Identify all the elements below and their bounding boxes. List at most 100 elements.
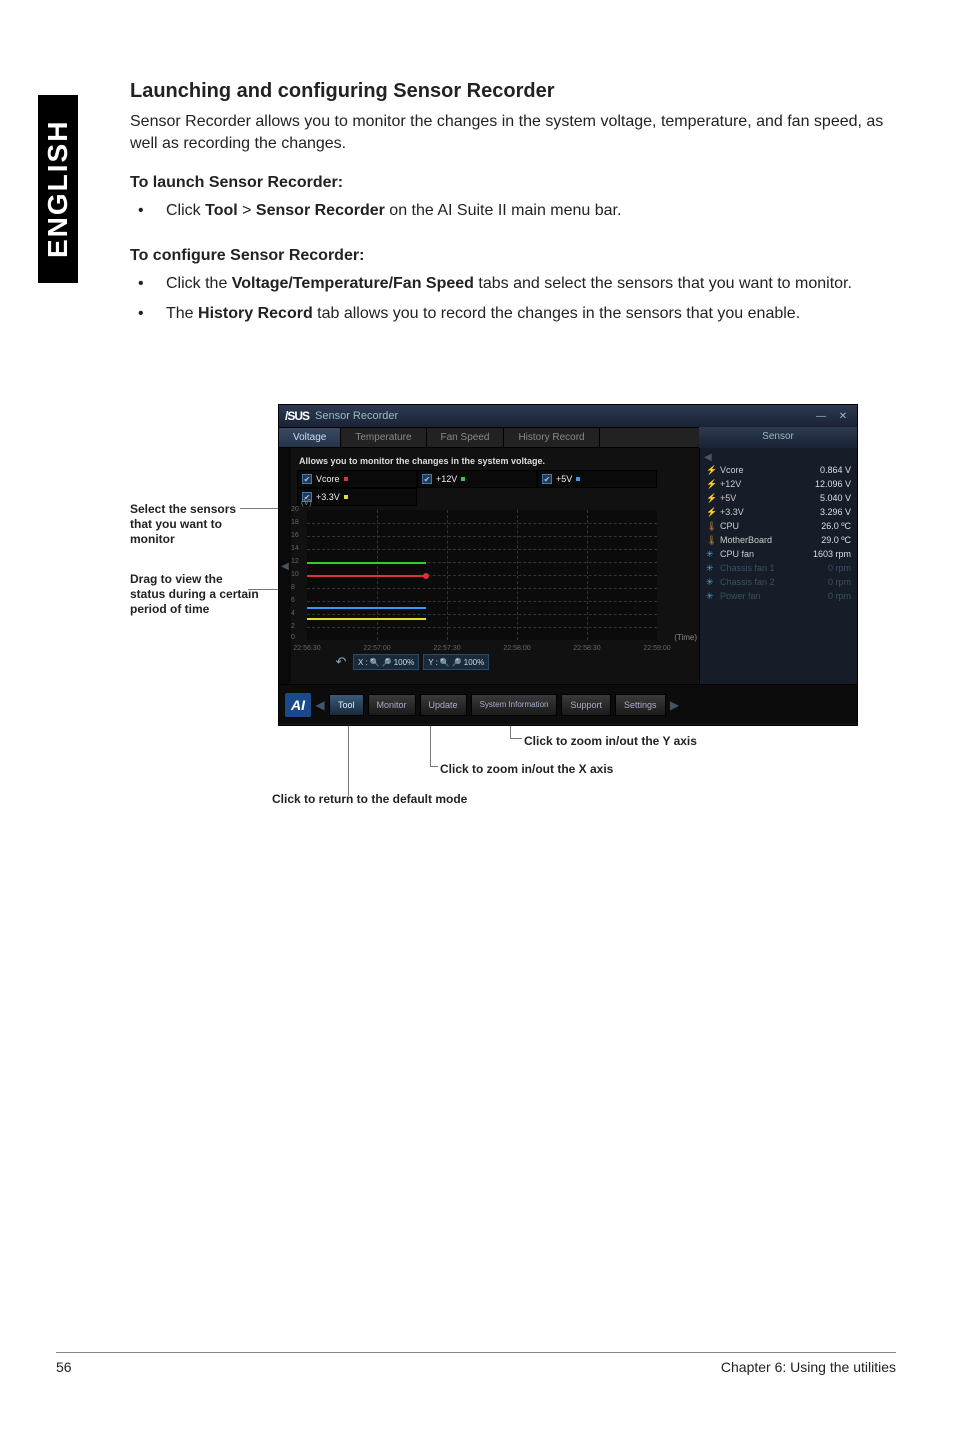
xtick: 22:58:00	[503, 645, 530, 652]
tab-history-record[interactable]: History Record	[504, 428, 599, 447]
anno-yzoom: Click to zoom in/out the Y axis	[524, 734, 697, 748]
ytick: 0	[291, 634, 295, 641]
bottom-update-button[interactable]: Update	[420, 694, 467, 716]
language-tab: ENGLISH	[38, 95, 78, 283]
sensor-checkboxes: ✔Vcore ✔+12V ✔+5V ✔+3.3V	[297, 470, 693, 506]
ai-suite-logo-icon: AI	[285, 693, 311, 717]
sensor-value: 5.040 V	[820, 493, 851, 503]
text: The	[166, 305, 198, 322]
ytick: 10	[291, 571, 299, 578]
bottom-support-button[interactable]: Support	[561, 694, 611, 716]
zoom-in-x-icon[interactable]: 🔍	[370, 658, 380, 667]
ytick: 20	[291, 506, 299, 513]
sensor-panel: ◀ ⚡Vcore0.864 V⚡+12V12.096 V⚡+5V5.040 V⚡…	[699, 448, 857, 684]
content-block: Launching and configuring Sensor Recorde…	[130, 80, 900, 333]
zoom-row: ↶ X : 🔍 🔎 100% Y : 🔍 🔎 100%	[297, 654, 693, 670]
sensor-name: +3.3V	[720, 507, 744, 517]
anno-reset: Click to return to the default mode	[272, 792, 467, 806]
text: tab allows you to record the changes in …	[313, 305, 800, 322]
bottom-tool-button[interactable]: Tool	[329, 694, 364, 716]
nav-left-arrow[interactable]: ◀	[315, 698, 325, 712]
description-bar: Allows you to monitor the changes in the…	[297, 452, 693, 470]
check-5v[interactable]: ✔+5V	[537, 470, 657, 488]
sensor-row: 🌡 CPU 26.0 ºC	[704, 519, 853, 533]
fan-icon: ✳	[706, 591, 716, 601]
sensor-row: ⚡Vcore0.864 V	[704, 463, 853, 477]
gridline	[307, 523, 657, 524]
zoom-pct: 100%	[464, 658, 484, 667]
nav-right-arrow[interactable]: ▶	[670, 698, 680, 712]
sensor-panel-header: Sensor	[699, 427, 857, 448]
bottom-sysinfo-button[interactable]: System Information	[471, 694, 558, 716]
anno-xzoom: Click to zoom in/out the X axis	[440, 762, 613, 776]
asus-logo: /SUS	[285, 409, 309, 423]
swatch-icon	[344, 477, 348, 481]
ytick: 8	[291, 584, 295, 591]
zoom-out-y-icon[interactable]: 🔎	[452, 658, 462, 667]
sensor-scroll-left[interactable]: ◀	[704, 452, 712, 463]
sensor-name: Chassis fan 2	[720, 577, 775, 587]
check-label: +12V	[436, 474, 457, 484]
bullet-icon: •	[130, 303, 166, 325]
sensor-name: Chassis fan 1	[720, 563, 775, 573]
bottom-settings-button[interactable]: Settings	[615, 694, 666, 716]
ytick: 12	[291, 558, 299, 565]
zoom-in-y-icon[interactable]: 🔍	[440, 658, 450, 667]
sensor-name: +5V	[720, 493, 736, 503]
reset-zoom-button[interactable]: ↶	[333, 654, 349, 670]
data-point-icon	[423, 573, 429, 579]
scroll-left-arrow[interactable]: ◀	[279, 448, 291, 684]
sensor-value: 0 rpm	[828, 577, 851, 587]
sensor-name: MotherBoard	[720, 535, 772, 545]
xtick: 22:57:30	[433, 645, 460, 652]
sensor-name: +12V	[720, 479, 741, 489]
swatch-icon	[461, 477, 465, 481]
check-3v3[interactable]: ✔+3.3V	[297, 488, 417, 506]
check-12v[interactable]: ✔+12V	[417, 470, 537, 488]
fan-icon: ✳	[706, 577, 716, 587]
temp-icon: 🌡	[706, 535, 716, 545]
temp-icon: 🌡	[706, 521, 716, 531]
launch-subhead: To launch Sensor Recorder:	[130, 174, 900, 192]
sensor-row: ✳ Chassis fan 2 0 rpm	[704, 575, 853, 589]
x-axis-unit: (Time)	[674, 633, 697, 642]
ytick: 4	[291, 610, 295, 617]
ytick: 18	[291, 519, 299, 526]
close-icon[interactable]: ✕	[835, 409, 851, 423]
sensor-row: ⚡+12V12.096 V	[704, 477, 853, 491]
text: Click	[166, 202, 205, 219]
xtick: 22:58:30	[573, 645, 600, 652]
swatch-icon	[576, 477, 580, 481]
gridline	[587, 510, 588, 640]
check-label: +3.3V	[316, 492, 340, 502]
bottom-monitor-button[interactable]: Monitor	[368, 694, 416, 716]
sensor-name: Power fan	[720, 591, 761, 601]
voltage-chart[interactable]: (V) (Time) 20 18 16 14 12 10 8 6	[307, 510, 657, 640]
ytick: 16	[291, 532, 299, 539]
tab-temperature[interactable]: Temperature	[341, 428, 426, 447]
text: tabs and select the sensors that you wan…	[474, 275, 852, 292]
tab-fan-speed[interactable]: Fan Speed	[427, 428, 505, 447]
line-3v3	[307, 618, 426, 620]
line-12v	[307, 562, 426, 564]
sensor-value: 29.0 ºC	[821, 535, 851, 545]
sensor-row: ✳Chassis fan 10 rpm	[704, 561, 853, 575]
minimize-icon[interactable]: —	[813, 409, 829, 423]
sensor-value: 26.0 ºC	[821, 521, 851, 531]
tab-voltage[interactable]: Voltage	[279, 428, 341, 447]
check-vcore[interactable]: ✔Vcore	[297, 470, 417, 488]
ytick: 14	[291, 545, 299, 552]
xtick: 22:57:00	[363, 645, 390, 652]
bold-text: History Record	[198, 305, 313, 322]
gridline	[307, 536, 657, 537]
xtick: 22:56:30	[293, 645, 320, 652]
zoom-out-x-icon[interactable]: 🔎	[382, 658, 392, 667]
swatch-icon	[344, 495, 348, 499]
zoom-pct: 100%	[394, 658, 414, 667]
ytick: 2	[291, 623, 295, 630]
line-5v	[307, 607, 426, 609]
sensor-name: CPU	[720, 521, 739, 531]
page-footer: 56 Chapter 6: Using the utilities	[56, 1352, 896, 1375]
config-subhead: To configure Sensor Recorder:	[130, 247, 900, 265]
page-number: 56	[56, 1359, 72, 1375]
